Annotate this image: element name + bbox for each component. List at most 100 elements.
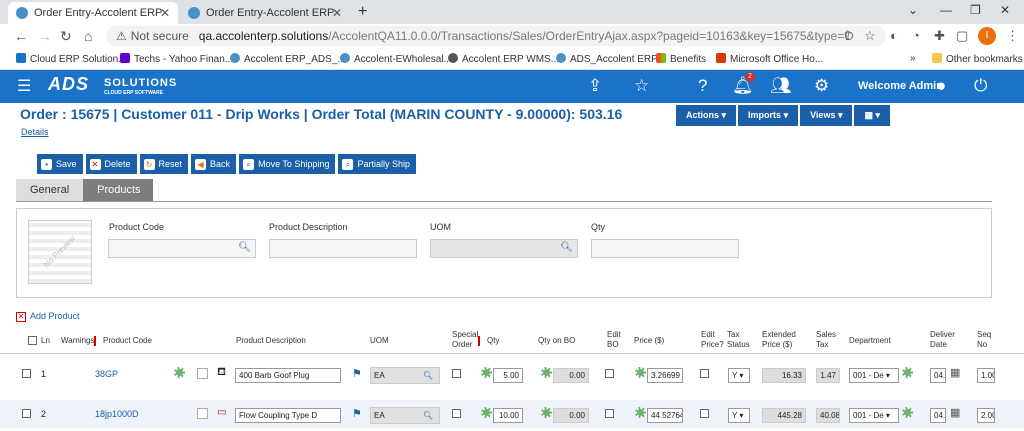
extension-icon[interactable]: ◔ [912, 28, 920, 43]
flag-icon[interactable]: ⚑ [352, 367, 362, 380]
puzzle-icon[interactable]: ✚ [934, 28, 945, 44]
row-checkbox[interactable] [22, 369, 31, 380]
row-edit-bo-checkbox[interactable] [605, 409, 614, 420]
gear-icon[interactable]: ⚙ [814, 76, 829, 96]
note-icon[interactable] [197, 408, 208, 421]
product-code-input[interactable]: 🔍︎ [108, 239, 256, 258]
row-tax-status-select[interactable]: Y ▾ [728, 368, 750, 383]
gear-icon[interactable] [174, 367, 185, 380]
row-seq-no-input[interactable]: 1.00 [977, 368, 995, 383]
row-special-order-checkbox[interactable] [452, 409, 461, 420]
qty-input[interactable] [591, 239, 739, 258]
bookmark-item[interactable]: Accolent ERP_ADS_... [230, 53, 346, 65]
row-tax-status-select[interactable]: Y ▾ [728, 408, 750, 423]
search-icon[interactable]: 🔍︎ [423, 408, 433, 423]
new-tab-icon[interactable]: + [358, 3, 367, 21]
bookmarks-overflow[interactable]: » [910, 53, 916, 64]
row-qty-input[interactable]: 5.00 [493, 368, 523, 383]
flag-icon[interactable]: ⚑ [352, 407, 362, 420]
note-icon[interactable] [197, 368, 208, 381]
bookmark-item[interactable]: Techs - Yahoo Finan... [120, 53, 233, 65]
minimize-icon[interactable]: — [940, 3, 952, 17]
delete-button[interactable]: ✕ Delete [85, 154, 137, 174]
partially-ship-button[interactable]: ⌕ Partially Ship [338, 154, 416, 174]
row-uom-input[interactable]: EA 🔍︎ [370, 367, 440, 384]
browser-tab-2[interactable]: Order Entry-Accolent ERP ✕ [180, 2, 350, 24]
share-icon[interactable]: ⇪ [588, 76, 602, 96]
add-product-link[interactable]: ✕ Add Product [16, 311, 80, 322]
bookmark-item[interactable]: Microsoft Office Ho... [716, 53, 823, 65]
star-icon[interactable]: ☆ [864, 28, 876, 44]
browser-tab-1[interactable]: Order Entry-Accolent ERP ✕ [8, 2, 178, 24]
gear-icon[interactable] [902, 367, 913, 380]
row-seq-no-input[interactable]: 2.00 [977, 408, 995, 423]
sidebar-icon[interactable]: ▢ [956, 28, 968, 44]
reload-icon[interactable]: ↻ [60, 28, 72, 45]
bookmark-item[interactable]: Accolent ERP WMS... [448, 53, 559, 65]
save-button[interactable]: ▪ Save [37, 154, 83, 174]
forward-arrow-icon[interactable]: → [38, 28, 52, 44]
row-deliver-date-input[interactable]: 04. [930, 368, 946, 383]
move-to-shipping-button[interactable]: ⌕ Move To Shipping [239, 154, 336, 174]
close-window-icon[interactable]: ✕ [1000, 3, 1010, 17]
back-arrow-icon[interactable]: ← [14, 28, 28, 44]
gear-icon[interactable] [481, 407, 492, 420]
calendar-icon[interactable]: ▦ [950, 406, 960, 419]
imports-dropdown[interactable]: Imports ▾ [738, 105, 799, 126]
extension-icon[interactable]: ◐ [890, 28, 898, 43]
gear-icon[interactable] [481, 367, 492, 380]
help-icon[interactable]: ? [698, 76, 707, 96]
row-product-code[interactable]: 18jp1000D [95, 409, 139, 419]
close-icon[interactable]: ✕ [332, 6, 342, 20]
gear-icon[interactable] [541, 367, 552, 380]
calendar-dropdown[interactable]: ▦ ▾ [854, 105, 891, 126]
power-icon[interactable]: ⏻ [974, 76, 987, 96]
bookmark-item[interactable]: ADS_Accolent ERP... [556, 53, 665, 65]
row-special-order-checkbox[interactable] [452, 369, 461, 380]
url-input[interactable]: ⚠ Not secure qa.accolenterp.solutions/Ac… [106, 26, 886, 46]
menu-dots-icon[interactable]: ⋮ [1006, 28, 1019, 44]
bookmark-item[interactable]: Accolent-EWholesal... [340, 53, 452, 65]
search-icon[interactable]: 🔍︎ [423, 368, 433, 383]
tab-products[interactable]: Products [83, 179, 154, 201]
close-icon[interactable]: ✕ [160, 6, 170, 20]
row-checkbox[interactable] [22, 409, 31, 420]
chevron-down-icon[interactable]: ⌄ [908, 3, 918, 17]
restore-icon[interactable]: ❐ [970, 3, 981, 17]
row-department-select[interactable]: 001 - De ▾ [849, 368, 899, 383]
gear-icon[interactable] [635, 407, 646, 420]
row-department-select[interactable]: 001 - De ▾ [849, 408, 899, 423]
row-description-input[interactable]: 400 Barb Goof Plug [235, 368, 341, 383]
uom-input[interactable]: 🔍︎ [430, 239, 578, 258]
views-dropdown[interactable]: Views ▾ [800, 105, 853, 126]
search-icon[interactable]: 🔍︎ [560, 242, 573, 253]
gear-icon[interactable] [635, 367, 646, 380]
bookmark-item[interactable]: Cloud ERP Solution... [16, 53, 127, 65]
profile-avatar[interactable]: I [978, 27, 996, 45]
row-price-input[interactable]: 44.52764 [647, 408, 683, 423]
share-icon[interactable]: ⇪ [842, 28, 853, 44]
select-all-checkbox[interactable] [28, 336, 37, 348]
other-bookmarks[interactable]: Other bookmarks [932, 53, 1023, 65]
back-button[interactable]: ◀ Back [191, 154, 237, 174]
gear-icon[interactable] [902, 407, 913, 420]
row-edit-price-checkbox[interactable] [700, 369, 709, 380]
row-deliver-date-input[interactable]: 04. [930, 408, 946, 423]
search-icon[interactable]: 🔍︎ [238, 242, 251, 253]
row-price-input[interactable]: 3.26699 [647, 368, 683, 383]
welcome-user[interactable]: Welcome Admin [858, 80, 943, 92]
star-icon[interactable]: ☆ [634, 76, 649, 96]
row-product-code[interactable]: 38GP [95, 369, 118, 379]
details-link[interactable]: Details [21, 127, 49, 137]
product-description-input[interactable] [269, 239, 417, 258]
row-uom-input[interactable]: EA 🔍︎ [370, 407, 440, 424]
row-qty-input[interactable]: 10.00 [493, 408, 523, 423]
reset-button[interactable]: ↻ Reset [139, 154, 189, 174]
bookmark-item[interactable]: Benefits [656, 53, 706, 65]
gear-icon[interactable] [541, 407, 552, 420]
home-icon[interactable]: ⌂ [84, 28, 92, 44]
hamburger-menu-icon[interactable]: ☰ [17, 76, 31, 96]
user-avatar-icon[interactable]: ● [936, 76, 946, 96]
row-edit-bo-checkbox[interactable] [605, 369, 614, 380]
row-description-input[interactable]: Flow Coupling Type D [235, 408, 341, 423]
